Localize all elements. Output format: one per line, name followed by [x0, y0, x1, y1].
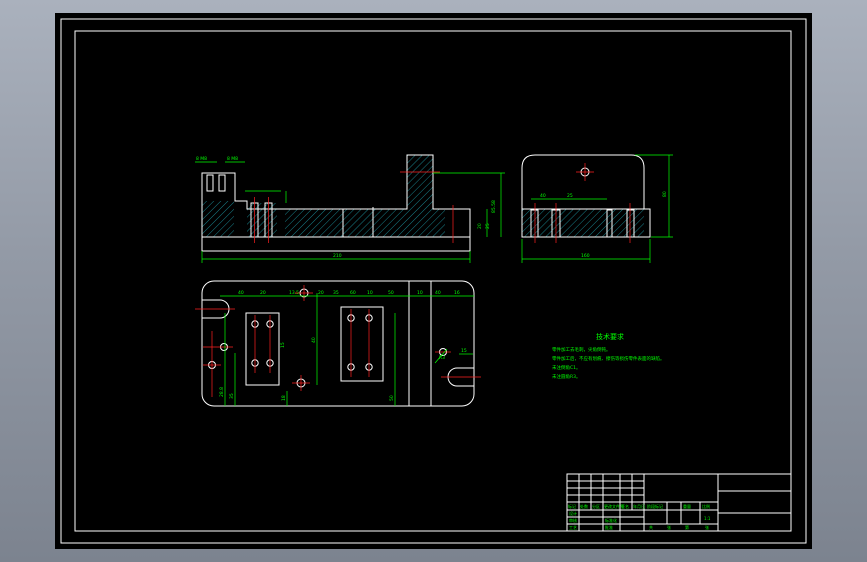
plan-dim-top-0: 40 — [238, 290, 244, 296]
tb-row-2: 工艺 — [569, 525, 577, 530]
plan-dim-bottom-1: 40 — [311, 337, 317, 343]
front-dim-length-text: 210 — [333, 253, 342, 259]
tb-scale: 1:1 — [704, 516, 711, 521]
front-dim-top-1-text: 8 M8 — [196, 156, 207, 162]
tb-mid-1: 重量 — [683, 503, 691, 509]
plan-dim-right-1: 15 — [461, 348, 467, 354]
tech-req-item-2: 零件加工后，不应有划痕、擦伤等损伤零件表面的缺陷。 — [552, 355, 665, 362]
tech-req-item-4: 未注圆角R3。 — [552, 373, 581, 380]
front-base — [201, 236, 471, 252]
technical-requirements: 技术要求 零件加工去毛刺，尖角倒钝。 零件加工后，不应有划痕、擦伤等损伤零件表面… — [552, 332, 665, 380]
tb-row-1: 审核 — [569, 517, 577, 523]
front-dim-right-small-text: 20 — [477, 223, 483, 229]
tb-row-3: 标准化 — [605, 517, 617, 523]
tb-header-1: 处数 — [580, 503, 588, 509]
plan-dim-top-9: 40 — [435, 290, 441, 296]
tb-header-4: 签名 — [621, 503, 629, 509]
plan-dim-top-2: 13.5 — [289, 290, 299, 296]
plan-dim-left-1: 35 — [229, 393, 235, 399]
tb-mid-2: 比例 — [702, 503, 710, 509]
tb-mid-0: 阶段标记 — [647, 503, 663, 509]
tb-header-2: 分区 — [592, 503, 600, 509]
plan-pad-left — [245, 312, 280, 386]
plan-view: 40 20 13.5 20 35 60 10 50 10 40 16 28.8 … — [195, 280, 481, 407]
side-dim-b-text: 25 — [567, 193, 573, 199]
side-hatch — [522, 209, 644, 237]
tb-sheet-2: 第 — [685, 524, 689, 530]
front-view: 210 85.58 20 25 8 M8 8 M8 — [195, 154, 505, 263]
plan-dim-bottom-2: 15 — [280, 342, 286, 348]
tech-req-item-3: 未注倒角C1。 — [552, 364, 581, 371]
plan-dim-top-6: 10 — [367, 290, 373, 296]
plan-dim-top-3: 20 — [318, 290, 324, 296]
tb-sheet-1: 张 — [667, 524, 671, 530]
plan-dim-top-7: 50 — [388, 290, 394, 296]
side-view: 160 80 40 25 — [521, 154, 673, 263]
section-hatch-post — [407, 155, 433, 209]
cad-viewport[interactable]: 210 85.58 20 25 8 M8 8 M8 160 80 40 25 4… — [55, 13, 812, 549]
front-dim-right-small2-text: 25 — [485, 223, 491, 229]
front-dim-top-2-text: 8 M8 — [227, 156, 238, 162]
plan-dim-bottom-3: 50 — [389, 395, 395, 401]
plan-dim-top-4: 35 — [333, 290, 339, 296]
front-slot-2 — [218, 174, 226, 192]
tech-req-item-1: 零件加工去毛刺，尖角倒钝。 — [552, 346, 611, 353]
side-dim-height-text: 80 — [662, 191, 668, 197]
tech-req-title: 技术要求 — [596, 332, 624, 341]
plan-dim-top-5: 60 — [350, 290, 356, 296]
tb-header-5: 年月日 — [633, 503, 645, 509]
plan-outline — [201, 280, 475, 407]
side-dim-a-text: 40 — [540, 193, 546, 199]
tb-sheet-3: 张 — [705, 524, 709, 530]
cad-drawing: 210 85.58 20 25 8 M8 8 M8 160 80 40 25 4… — [60, 18, 807, 544]
plan-dim-top-1: 20 — [260, 290, 266, 296]
side-dim-width-text: 160 — [581, 253, 590, 259]
plan-dim-top-10: 16 — [454, 290, 460, 296]
title-block: 标记 处数 分区 更改文件号 签名 年月日 设计 审核 工艺 标准化 批准 阶段… — [566, 473, 792, 532]
plan-dim-left-0: 28.8 — [219, 387, 225, 397]
tb-row-4: 批准 — [605, 524, 613, 530]
tb-sheet-0: 共 — [649, 524, 653, 530]
tb-row-0: 设计 — [569, 510, 577, 516]
section-hatch-body — [285, 209, 445, 237]
front-dim-height-text: 85.58 — [491, 200, 497, 213]
section-hatch-left — [202, 201, 234, 237]
plan-pad-right — [340, 306, 384, 382]
tb-header-0: 标记 — [568, 503, 576, 509]
plan-dim-top-8: 10 — [417, 290, 423, 296]
front-slot-1 — [206, 174, 214, 192]
plan-dim-right-0: R3 — [439, 355, 445, 361]
plan-dim-bottom-0: 18 — [281, 395, 287, 401]
